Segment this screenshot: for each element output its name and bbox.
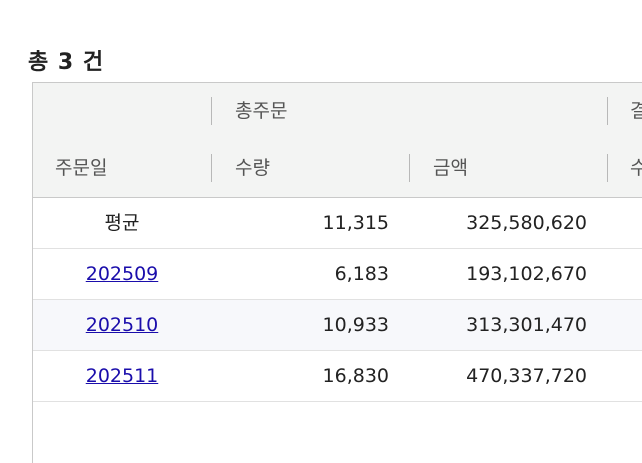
- header-divider[interactable]: [607, 97, 608, 125]
- order-date-cell: 202511: [33, 351, 211, 401]
- average-label: 평균: [104, 212, 140, 234]
- column-header-row: 주문일 수량 금액 수: [33, 140, 642, 198]
- header-divider[interactable]: [211, 97, 212, 125]
- quantity-cell: 6,183: [334, 263, 389, 285]
- order-date-cell: 202510: [33, 300, 211, 350]
- column-resize-handle[interactable]: [211, 154, 212, 182]
- column-resize-handle[interactable]: [409, 154, 410, 182]
- amount-cell: 470,337,720: [466, 365, 587, 387]
- column-header-order-date[interactable]: 주문일: [55, 140, 107, 197]
- order-date-link[interactable]: 202509: [86, 263, 159, 285]
- order-date-link[interactable]: 202511: [86, 365, 159, 387]
- table-row: 202511 16,830 470,337,720: [33, 351, 642, 402]
- group-header-next: 결: [630, 100, 642, 122]
- order-date-link[interactable]: 202510: [86, 314, 159, 336]
- amount-cell: 325,580,620: [466, 212, 587, 234]
- table-row: 202509 6,183 193,102,670: [33, 249, 642, 300]
- column-header-amount[interactable]: 금액: [433, 140, 468, 197]
- table-row-average: 평균 11,315 325,580,620: [33, 198, 642, 249]
- table-row: 202510 10,933 313,301,470: [33, 300, 642, 351]
- group-header-total-orders: 총주문: [235, 100, 288, 122]
- column-header-next[interactable]: 수: [630, 140, 642, 197]
- amount-cell: 313,301,470: [466, 314, 587, 336]
- quantity-cell: 11,315: [322, 212, 389, 234]
- column-header-quantity[interactable]: 수량: [235, 140, 270, 197]
- group-header-row: 총주문 결: [33, 83, 642, 141]
- quantity-cell: 10,933: [322, 314, 389, 336]
- column-resize-handle[interactable]: [607, 154, 608, 182]
- order-date-cell: 202509: [33, 249, 211, 299]
- amount-cell: 193,102,670: [466, 263, 587, 285]
- total-count-label: 총 3 건: [28, 50, 105, 75]
- quantity-cell: 16,830: [322, 365, 389, 387]
- data-grid: 총주문 결 주문일 수량 금액 수 평균 11,315 325,580,620 …: [32, 82, 642, 463]
